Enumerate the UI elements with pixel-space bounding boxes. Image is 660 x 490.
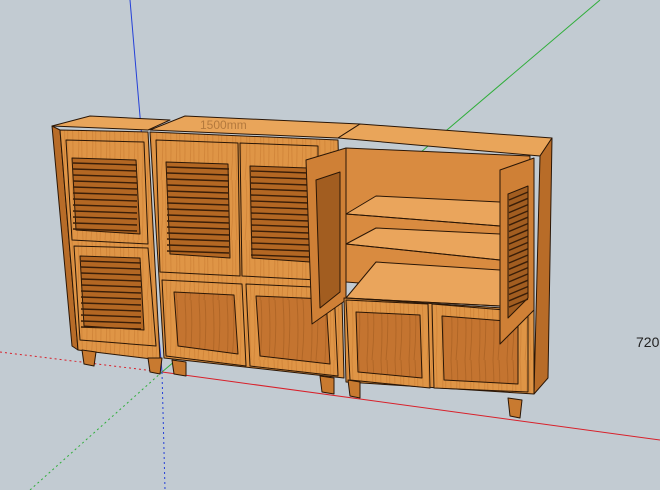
right-cabinet[interactable] <box>337 123 553 419</box>
sketchup-viewport[interactable]: 1500mm 720 <box>0 0 660 490</box>
dimension-label-top: 1500mm <box>200 118 247 132</box>
blue-axis-dotted <box>161 371 166 490</box>
middle-cabinet-panel-lower-left <box>173 291 239 355</box>
dimension-label-height: 720 <box>636 334 660 350</box>
cabinet-model[interactable] <box>51 115 553 419</box>
middle-cabinet-foot-right <box>319 375 335 395</box>
middle-cabinet[interactable] <box>149 115 361 395</box>
right-cabinet-foot-right <box>507 397 523 419</box>
left-cabinet-foot-left <box>81 349 97 367</box>
right-cabinet-panel-lower-left <box>355 311 423 379</box>
right-cabinet-foot-left <box>347 379 361 399</box>
3d-scene[interactable] <box>0 0 660 490</box>
middle-cabinet-foot-left <box>171 359 187 377</box>
left-cabinet-top <box>51 115 171 131</box>
middle-cabinet-open-door-louver <box>315 171 341 309</box>
green-axis-dotted <box>29 371 163 490</box>
left-cabinet-foot-right <box>147 357 163 375</box>
right-cabinet-right-side <box>533 137 553 395</box>
